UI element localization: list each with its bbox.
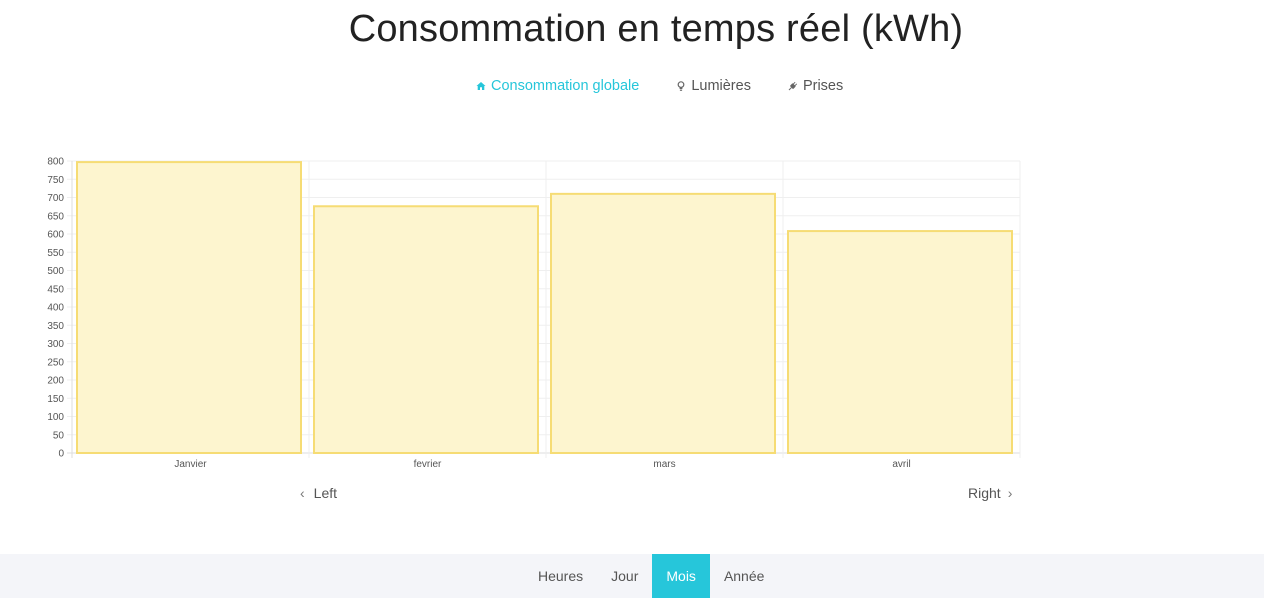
y-tick-label: 200 <box>47 376 64 387</box>
bar-chart: 0 50 100 150 200 250 300 350 400 450 500 550 600 650 7… <box>47 157 1021 470</box>
chevron-right-icon: › <box>1007 485 1013 501</box>
page-title: Consommation en temps réel (kWh) <box>348 8 964 50</box>
y-tick-label: 400 <box>47 303 64 314</box>
y-tick-label: 750 <box>47 175 64 186</box>
y-tick-label: 800 <box>47 157 64 168</box>
plug-icon <box>787 80 799 92</box>
y-tick-label: 550 <box>47 248 64 259</box>
y-tick-label: 450 <box>47 284 64 295</box>
y-tick-label: 50 <box>53 430 65 441</box>
period-mois[interactable]: Mois <box>652 554 710 598</box>
y-tick-label: 100 <box>47 412 64 423</box>
y-tick-label: 500 <box>47 266 64 277</box>
tab-consommation-globale[interactable]: Consommation globale <box>475 78 639 94</box>
period-heures[interactable]: Heures <box>524 554 597 598</box>
y-tick-label: 650 <box>47 211 64 222</box>
category-tabs: Consommation globale Lumières Prises <box>475 78 879 94</box>
y-tick-label: 700 <box>47 193 64 204</box>
tab-prises[interactable]: Prises <box>787 78 843 94</box>
previous-label: Left <box>313 485 338 501</box>
period-jour[interactable]: Jour <box>597 554 652 598</box>
next-button[interactable]: Right › <box>968 485 1012 501</box>
y-tick-label: 250 <box>47 357 64 368</box>
bar-avril <box>787 230 1013 454</box>
y-tick-label: 150 <box>47 394 64 405</box>
x-tick-label: fevrier <box>414 459 442 470</box>
tab-label: Consommation globale <box>491 78 640 94</box>
tab-label: Prises <box>802 78 844 94</box>
chevron-left-icon: ‹ <box>300 485 305 501</box>
bar-mars <box>550 192 776 454</box>
y-tick-label: 350 <box>47 321 64 332</box>
next-label: Right <box>968 485 1001 501</box>
y-tick-label: 0 <box>58 449 64 460</box>
tab-label: Lumières <box>691 78 751 94</box>
y-tick-label: 600 <box>47 230 64 241</box>
x-tick-label: avril <box>892 459 910 470</box>
x-tick-label: Janvier <box>174 459 207 470</box>
home-icon <box>475 80 487 92</box>
bar-fevrier <box>313 205 539 455</box>
bar-janvier <box>76 161 302 454</box>
period-bar: Heures Jour Mois Année <box>0 554 1264 598</box>
tab-lumieres[interactable]: Lumières <box>675 78 751 94</box>
x-tick-label: mars <box>653 459 675 470</box>
consumption-chart: 0 50 100 150 200 250 300 350 400 450 500 550 600 650 7… <box>0 145 1040 475</box>
period-annee[interactable]: Année <box>710 554 778 598</box>
lightbulb-icon <box>675 80 687 92</box>
period-tabs: Heures Jour Mois Année <box>524 554 778 598</box>
y-tick-label: 300 <box>47 339 64 350</box>
previous-button[interactable]: ‹ Left <box>300 485 337 501</box>
page: Consommation en temps réel (kWh) Consomm… <box>0 0 1264 611</box>
